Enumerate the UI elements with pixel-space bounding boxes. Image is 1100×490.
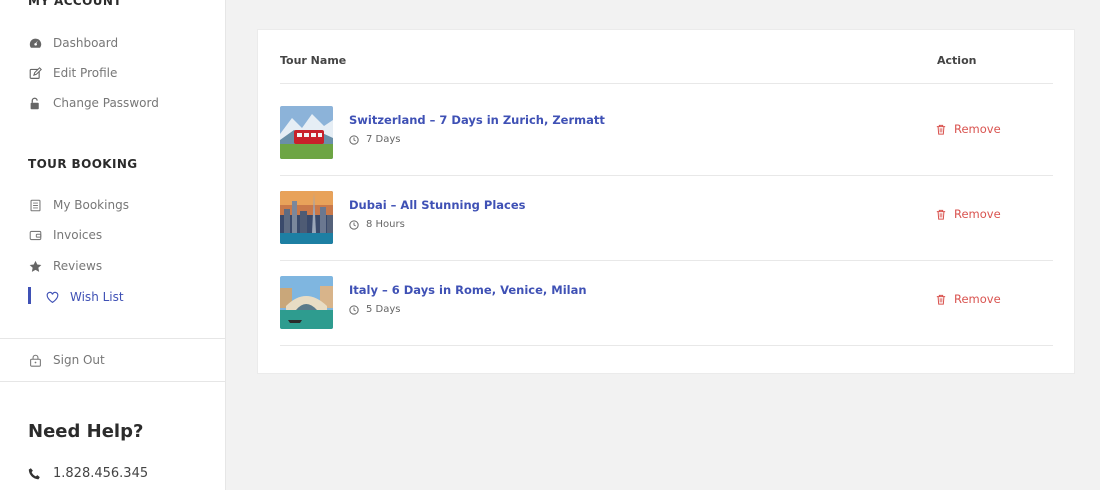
sidebar-item-reviews[interactable]: Reviews	[28, 256, 102, 276]
need-help-title: Need Help?	[28, 421, 144, 442]
dashboard-icon	[28, 36, 42, 50]
tour-title-link[interactable]: Switzerland – 7 Days in Zurich, Zermatt	[349, 113, 605, 127]
table-row: Italy – 6 Days in Rome, Venice, Milan 5 …	[280, 254, 1053, 339]
section-title-tour-booking: TOUR BOOKING	[28, 157, 138, 171]
table-row: Dubai – All Stunning Places 8 Hours Remo…	[280, 169, 1053, 254]
star-icon	[28, 259, 42, 273]
trash-icon	[936, 294, 946, 305]
sidebar-item-label: Dashboard	[53, 36, 119, 50]
active-indicator	[28, 287, 31, 304]
clock-icon	[349, 134, 359, 145]
tour-duration: 8 Hours	[349, 219, 405, 230]
clock-icon	[349, 219, 359, 230]
column-header-tour-name: Tour Name	[280, 54, 347, 67]
tour-thumbnail-italy[interactable]	[280, 276, 333, 329]
tour-title-link[interactable]: Italy – 6 Days in Rome, Venice, Milan	[349, 283, 587, 297]
tour-duration: 7 Days	[349, 134, 401, 145]
duration-text: 5 Days	[366, 304, 401, 315]
phone-icon	[28, 467, 42, 480]
tour-duration: 5 Days	[349, 304, 401, 315]
remove-label: Remove	[954, 292, 1001, 306]
heart-icon	[45, 290, 59, 304]
sidebar-item-label: My Bookings	[53, 198, 129, 212]
phone-text: 1.828.456.345	[53, 466, 149, 481]
remove-button[interactable]: Remove	[936, 292, 1001, 306]
duration-text: 8 Hours	[366, 219, 405, 230]
section-title-my-account: MY ACCOUNT	[28, 0, 122, 8]
edit-icon	[28, 66, 42, 80]
sidebar-item-label: Edit Profile	[53, 66, 118, 80]
sidebar-item-dashboard[interactable]: Dashboard	[28, 33, 118, 53]
remove-label: Remove	[954, 207, 1001, 221]
sidebar-item-my-bookings[interactable]: My Bookings	[28, 195, 129, 215]
row-divider	[280, 345, 1053, 346]
trash-icon	[936, 209, 946, 220]
sidebar-item-label: Wish List	[70, 290, 124, 304]
sidebar-item-label: Change Password	[53, 96, 159, 110]
sidebar-item-wish-list[interactable]: Wish List	[45, 287, 124, 307]
sidebar-item-invoices[interactable]: Invoices	[28, 225, 102, 245]
duration-text: 7 Days	[366, 134, 401, 145]
tour-thumbnail-dubai[interactable]	[280, 191, 333, 244]
sign-out-label: Sign Out	[53, 353, 105, 367]
sidebar-item-change-password[interactable]: Change Password	[28, 93, 159, 113]
remove-button[interactable]: Remove	[936, 207, 1001, 221]
wallet-icon	[28, 228, 42, 242]
sidebar-item-edit-profile[interactable]: Edit Profile	[28, 63, 117, 83]
trash-icon	[936, 124, 946, 135]
clock-icon	[349, 304, 359, 315]
sidebar-item-label: Invoices	[53, 228, 103, 242]
divider	[0, 381, 226, 382]
remove-button[interactable]: Remove	[936, 122, 1001, 136]
tour-title-link[interactable]: Dubai – All Stunning Places	[349, 198, 526, 212]
sign-out-link[interactable]: Sign Out	[28, 350, 105, 370]
wishlist-card: Tour Name Action Switzerland – 7 Days in…	[257, 29, 1075, 374]
column-header-action: Action	[937, 54, 977, 67]
phone-number[interactable]: 1.828.456.345	[28, 466, 148, 481]
remove-label: Remove	[954, 122, 1001, 136]
tour-thumbnail-switzerland[interactable]	[280, 106, 333, 159]
table-row: Switzerland – 7 Days in Zurich, Zermatt …	[280, 84, 1053, 169]
document-icon	[28, 198, 42, 212]
sidebar-item-label: Reviews	[53, 259, 103, 273]
sidebar: MY ACCOUNT Dashboard Edit Profile Change…	[0, 0, 226, 490]
lock-icon	[28, 353, 42, 367]
divider	[0, 338, 226, 339]
unlock-icon	[28, 96, 42, 110]
